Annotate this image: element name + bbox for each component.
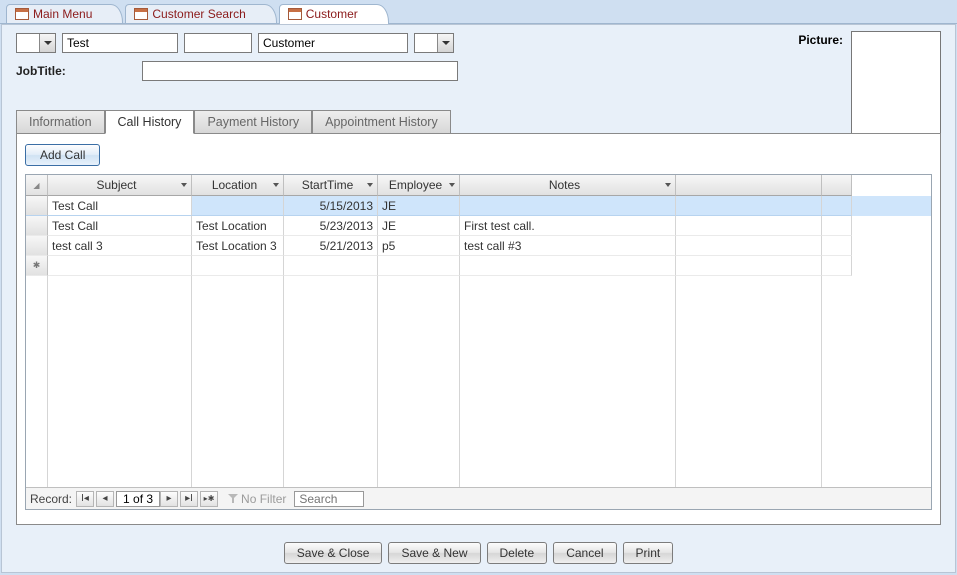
- chevron-down-icon[interactable]: [437, 34, 453, 52]
- detail-tabs: Information Call History Payment History…: [16, 109, 941, 133]
- jobtitle-row: JobTitle:: [16, 61, 941, 81]
- row-selector[interactable]: [26, 256, 48, 276]
- cancel-button[interactable]: Cancel: [553, 542, 616, 564]
- col-subject[interactable]: Subject: [48, 175, 192, 196]
- cell-starttime[interactable]: 5/21/2013: [284, 236, 378, 256]
- app-window: Main Menu Customer Search Customer Pictu…: [0, 0, 957, 575]
- filter-label: No Filter: [241, 492, 286, 506]
- grid-body: Test Call 5/15/2013 JE Test Call Test Lo…: [26, 196, 931, 487]
- col-blank[interactable]: [676, 175, 822, 196]
- cell-notes[interactable]: First test call.: [460, 216, 676, 236]
- document-tabs: Main Menu Customer Search Customer: [0, 0, 957, 24]
- cell-subject[interactable]: Test Call: [48, 216, 192, 236]
- tab-appointment-history[interactable]: Appointment History: [312, 110, 451, 134]
- col-notes[interactable]: Notes: [460, 175, 676, 196]
- calls-grid: ◢ Subject Location StartTime Employee No…: [25, 174, 932, 510]
- call-history-panel: Add Call ◢ Subject Location StartTime Em…: [16, 133, 941, 525]
- col-starttime[interactable]: StartTime: [284, 175, 378, 196]
- nav-first-button[interactable]: I◂: [76, 491, 94, 507]
- last-name-input[interactable]: [258, 33, 408, 53]
- suffix-input[interactable]: [415, 34, 437, 52]
- chevron-down-icon: [181, 183, 187, 187]
- form-icon: [134, 8, 148, 20]
- col-employee[interactable]: Employee: [378, 175, 460, 196]
- cell-employee[interactable]: p5: [378, 236, 460, 256]
- doc-tab-customer[interactable]: Customer: [279, 4, 389, 23]
- col-location[interactable]: Location: [192, 175, 284, 196]
- form-icon: [15, 8, 29, 20]
- suffix-combo[interactable]: [414, 33, 454, 53]
- delete-button[interactable]: Delete: [487, 542, 548, 564]
- cell-subject[interactable]: test call 3: [48, 236, 192, 256]
- row-selector[interactable]: [26, 216, 48, 236]
- salutation-input[interactable]: [17, 34, 39, 52]
- chevron-down-icon[interactable]: [39, 34, 55, 52]
- row-selector[interactable]: [26, 196, 48, 216]
- first-name-input[interactable]: [62, 33, 178, 53]
- table-row[interactable]: Test Call Test Location 5/23/2013 JE Fir…: [26, 216, 931, 236]
- add-call-button[interactable]: Add Call: [25, 144, 100, 166]
- nav-last-button[interactable]: ▸I: [180, 491, 198, 507]
- cell-employee[interactable]: JE: [378, 216, 460, 236]
- chevron-down-icon: [367, 183, 373, 187]
- chevron-down-icon: [449, 183, 455, 187]
- doc-tab-label: Customer Search: [152, 7, 245, 21]
- doc-tab-main-menu[interactable]: Main Menu: [6, 4, 123, 23]
- middle-name-input[interactable]: [184, 33, 252, 53]
- record-position-input[interactable]: [116, 491, 160, 507]
- cell-location[interactable]: [192, 196, 284, 216]
- record-navigator: Record: I◂ ◂ ▸ ▸I ▸✱ No Filter: [26, 487, 931, 509]
- jobtitle-input[interactable]: [142, 61, 458, 81]
- jobtitle-label: JobTitle:: [16, 64, 134, 78]
- form-action-bar: Save & Close Save & New Delete Cancel Pr…: [2, 542, 955, 564]
- tab-information[interactable]: Information: [16, 110, 105, 134]
- doc-tab-label: Customer: [306, 7, 358, 21]
- chevron-down-icon: [273, 183, 279, 187]
- col-end[interactable]: [822, 175, 852, 196]
- picture-box[interactable]: [851, 31, 941, 143]
- customer-form: Picture: JobTitle: Information Call Hist…: [1, 24, 956, 573]
- grid-search-input[interactable]: [294, 491, 364, 507]
- picture-label: Picture:: [798, 33, 843, 47]
- cell-location[interactable]: Test Location: [192, 216, 284, 236]
- row-selector[interactable]: [26, 236, 48, 256]
- cell-notes[interactable]: test call #3: [460, 236, 676, 256]
- cell-employee[interactable]: JE: [378, 196, 460, 216]
- cell-starttime[interactable]: 5/23/2013: [284, 216, 378, 236]
- doc-tab-label: Main Menu: [33, 7, 92, 21]
- filter-toggle[interactable]: No Filter: [228, 492, 286, 506]
- nav-next-button[interactable]: ▸: [160, 491, 178, 507]
- table-row[interactable]: test call 3 Test Location 3 5/21/2013 p5…: [26, 236, 931, 256]
- table-row[interactable]: Test Call 5/15/2013 JE: [26, 196, 931, 216]
- save-new-button[interactable]: Save & New: [388, 542, 480, 564]
- cell-subject[interactable]: Test Call: [48, 196, 192, 216]
- select-all-corner[interactable]: ◢: [26, 175, 48, 196]
- salutation-combo[interactable]: [16, 33, 56, 53]
- record-label: Record:: [30, 492, 72, 506]
- tab-payment-history[interactable]: Payment History: [194, 110, 312, 134]
- nav-prev-button[interactable]: ◂: [96, 491, 114, 507]
- save-close-button[interactable]: Save & Close: [284, 542, 383, 564]
- form-icon: [288, 8, 302, 20]
- tab-call-history[interactable]: Call History: [105, 110, 195, 134]
- new-row[interactable]: [26, 256, 931, 276]
- funnel-icon: [228, 494, 238, 504]
- nav-new-button[interactable]: ▸✱: [200, 491, 218, 507]
- grid-header: ◢ Subject Location StartTime Employee No…: [26, 175, 931, 196]
- cell-starttime[interactable]: 5/15/2013: [284, 196, 378, 216]
- cell-location[interactable]: Test Location 3: [192, 236, 284, 256]
- cell-notes[interactable]: [460, 196, 676, 216]
- print-button[interactable]: Print: [623, 542, 674, 564]
- doc-tab-customer-search[interactable]: Customer Search: [125, 4, 276, 23]
- chevron-down-icon: [665, 183, 671, 187]
